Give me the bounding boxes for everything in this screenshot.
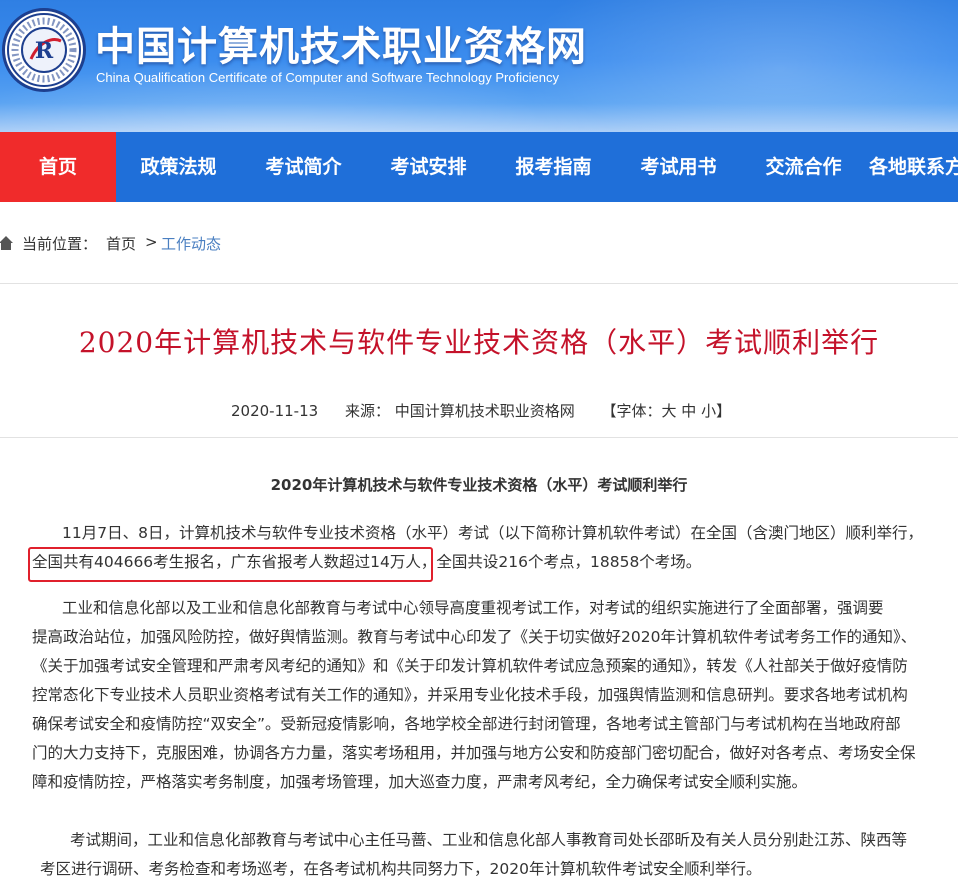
highlight-annotation-box [28,547,433,582]
nav-item-exam-books[interactable]: 考试用书 [616,132,741,202]
breadcrumb-separator: > [145,233,158,251]
paragraph-2-line: 提高政治站位，加强风险防控，做好舆情监测。教育与考试中心印发了《关于切实做好20… [32,628,917,646]
site-logo-seal[interactable]: R [2,8,86,92]
paragraph-2-line: 控常态化下专业技术人员职业资格考试有关工作的通知》，并采用专业化技术手段，加强舆… [32,686,908,704]
article-source: 来源： 中国计算机技术职业资格网 [344,402,575,420]
nav-item-home[interactable]: 首页 [0,132,116,202]
breadcrumb-current-link[interactable]: 工作动态 [161,233,221,254]
article-meta: 2020-11-13 来源： 中国计算机技术职业资格网 【字体：大 中 小】 [231,400,731,421]
paragraph-2-line: 障和疫情防控，严格落实考务制度，加强考场管理，加大巡查力度，严肃考风考纪，全力确… [32,773,808,791]
article-date: 2020-11-13 [231,402,319,420]
nav-item-policies[interactable]: 政策法规 [116,132,241,202]
seal-letter: R [35,38,54,64]
font-size-selector[interactable]: 【字体：大 中 小】 [602,402,732,420]
breadcrumb-prefix: 当前位置： [22,235,98,253]
nav-item-registration-guide[interactable]: 报考指南 [491,132,616,202]
paragraph-3: 考试期间，工业和信息化部教育与考试中心主任马蔷、工业和信息化部人事教育司处长邵昕… [40,826,958,884]
site-title[interactable]: 中国计算机技术职业资格网 [95,14,587,72]
seal-emblem-icon: R [7,13,81,87]
paragraph-2-line: 门的大力支持下，克服困难，协调各方力量，落实考场租用，并加强与地方公安和防疫部门… [32,744,916,762]
header-banner: R 中国计算机技术职业资格网 China Qualification Certi… [0,0,958,132]
article-title: 2020年计算机技术与软件专业技术资格（水平）考试顺利举行 [78,326,880,359]
paragraph-1-rest: ，全国共设216个考点，18858个考场。 [420,553,702,571]
divider [0,437,958,438]
nav-item-exam-intro[interactable]: 考试简介 [241,132,366,202]
article-inner-title: 2020年计算机技术与软件专业技术资格（水平）考试顺利举行 [270,476,688,494]
home-icon [0,236,13,250]
paragraph-2: 工业和信息化部以及工业和信息化部教育与考试中心领导高度重视考试工作，对考试的组织… [32,594,950,797]
site-subtitle: China Qualification Certificate of Compu… [96,70,559,85]
paragraph-3-line: 考试期间，工业和信息化部教育与考试中心主任马蔷、工业和信息化部人事教育司处长邵昕… [70,831,908,849]
main-nav: 首页 政策法规 考试简介 考试安排 报考指南 考试用书 交流合作 各地联系方 [0,132,958,202]
divider [0,283,958,284]
nav-item-local-contacts[interactable]: 各地联系方 [866,132,958,202]
nav-item-cooperation[interactable]: 交流合作 [741,132,866,202]
paragraph-1-line-1: 11月7日、8日，计算机技术与软件专业技术资格（水平）考试（以下简称计算机软件考… [62,524,923,542]
nav-item-exam-schedule[interactable]: 考试安排 [366,132,491,202]
breadcrumb-home-link[interactable]: 首页 [106,233,136,254]
paragraph-3-line: 考区进行调研、考务检查和考场巡考，在各考试机构共同努力下，2020年计算机软件考… [40,860,762,878]
paragraph-2-line: 工业和信息化部以及工业和信息化部教育与考试中心领导高度重视考试工作，对考试的组织… [62,599,884,617]
paragraph-2-line: 《关于加强考试安全管理和严肃考风考纪的通知》和《关于印发计算机软件考试应急预案的… [32,657,908,675]
paragraph-2-line: 确保考试安全和疫情防控“双安全”。受新冠疫情影响，各地学校全部进行封闭管理，各地… [32,715,901,733]
